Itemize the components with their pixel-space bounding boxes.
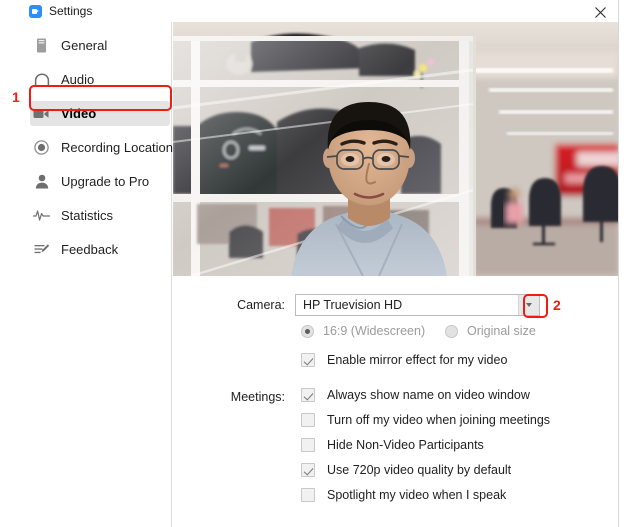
sidebar-item-label: General: [61, 38, 107, 53]
waveform-icon: [33, 207, 50, 224]
video-camera-icon: [33, 105, 50, 122]
checkbox-indicator: [301, 438, 315, 452]
camera-dropdown-arrow[interactable]: [518, 295, 539, 315]
close-icon: [594, 6, 607, 19]
checkbox-label: Hide Non-Video Participants: [327, 438, 484, 452]
feedback-icon: [33, 241, 50, 258]
document-icon: [33, 37, 50, 54]
checkbox-indicator: [301, 413, 315, 427]
checkbox-indicator: [301, 353, 315, 367]
checkbox-indicator: [301, 463, 315, 477]
checkbox-label: Spotlight my video when I speak: [327, 488, 506, 502]
checkbox-hide-non-video-participants[interactable]: Hide Non-Video Participants: [301, 438, 484, 452]
sidebar-item-label: Feedback: [61, 242, 118, 257]
window-title: Settings: [49, 4, 92, 18]
sidebar-item-label: Statistics: [61, 208, 113, 223]
checkbox-label: Always show name on video window: [327, 388, 530, 402]
camera-label: Camera:: [237, 298, 285, 312]
sidebar-item-upgrade-to-pro[interactable]: Upgrade to Pro: [30, 169, 170, 194]
checkbox-label: Enable mirror effect for my video: [327, 353, 507, 367]
sidebar-item-feedback[interactable]: Feedback: [30, 237, 170, 262]
video-settings-panel: Camera: HP Truevision HD 16:9 (Widescree…: [173, 276, 619, 527]
settings-window: Settings General: [0, 0, 619, 527]
radio-16-9-label: 16:9 (Widescreen): [323, 324, 425, 338]
radio-original-size-indicator: [445, 325, 458, 338]
camera-selected-value: HP Truevision HD: [296, 298, 518, 312]
video-preview: [173, 22, 619, 276]
checkbox-use-720p[interactable]: Use 720p video quality by default: [301, 463, 511, 477]
checkbox-label: Use 720p video quality by default: [327, 463, 511, 477]
meetings-label: Meetings:: [231, 390, 285, 404]
camera-label-wrap: Camera:: [173, 294, 285, 316]
sidebar-item-audio[interactable]: Audio: [30, 67, 170, 92]
record-dot-icon: [33, 139, 50, 156]
radio-original-size-label: Original size: [467, 324, 536, 338]
radio-16-9-indicator: [301, 325, 314, 338]
person-icon: [33, 173, 50, 190]
checkbox-turn-off-video-joining[interactable]: Turn off my video when joining meetings: [301, 413, 550, 427]
sidebar-item-label: Upgrade to Pro: [61, 174, 149, 189]
close-button[interactable]: [589, 4, 611, 22]
checkbox-spotlight-my-video[interactable]: Spotlight my video when I speak: [301, 488, 506, 502]
sidebar-item-label: Video: [61, 106, 96, 121]
headphones-icon: [33, 71, 50, 88]
aspect-ratio-group: 16:9 (Widescreen) Original size: [301, 324, 536, 338]
sidebar-item-general[interactable]: General: [30, 33, 170, 58]
video-preview-image: [173, 22, 619, 276]
checkbox-indicator: [301, 388, 315, 402]
window-title-group: Settings: [29, 4, 92, 18]
meetings-label-wrap: Meetings:: [173, 388, 285, 406]
sidebar-item-recording-location[interactable]: Recording Location: [30, 135, 170, 160]
sidebar-item-label: Recording Location: [61, 140, 173, 155]
checkbox-enable-mirror-effect[interactable]: Enable mirror effect for my video: [301, 353, 507, 367]
checkbox-indicator: [301, 488, 315, 502]
sidebar: General Audio Video: [0, 22, 172, 527]
title-bar: Settings: [0, 0, 619, 22]
radio-16-9[interactable]: 16:9 (Widescreen): [301, 324, 441, 338]
checkbox-label: Turn off my video when joining meetings: [327, 413, 550, 427]
sidebar-item-label: Audio: [61, 72, 94, 87]
camera-dropdown[interactable]: HP Truevision HD: [295, 294, 540, 316]
zoom-logo-icon: [29, 5, 42, 18]
sidebar-item-statistics[interactable]: Statistics: [30, 203, 170, 228]
radio-original-size[interactable]: Original size: [445, 324, 536, 338]
checkbox-always-show-name[interactable]: Always show name on video window: [301, 388, 530, 402]
sidebar-item-video[interactable]: Video: [30, 101, 170, 126]
